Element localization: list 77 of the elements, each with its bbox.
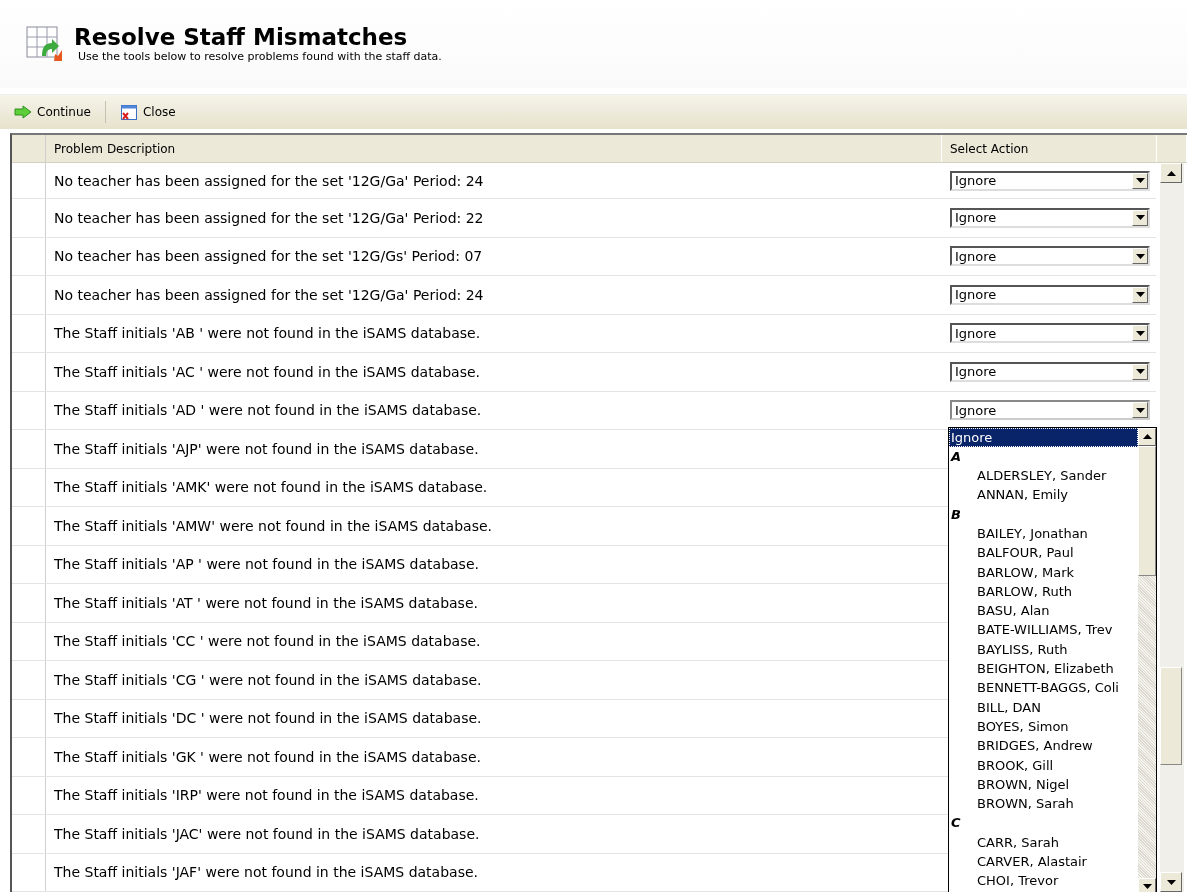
triangle-down-icon xyxy=(1166,879,1176,885)
continue-button[interactable]: Continue xyxy=(10,102,95,122)
problem-description: No teacher has been assigned for the set '12G/Gs' Period: 07 xyxy=(54,248,483,265)
action-dropdown[interactable]: Ignore xyxy=(950,284,1150,305)
triangle-up-icon xyxy=(1166,170,1176,176)
problem-description: No teacher has been assigned for the set '12G/Ga' Period: 24 xyxy=(54,172,484,189)
staff-option[interactable]: BAYLISS, Ruth xyxy=(949,639,1138,660)
problem-description: The Staff initials 'AJP' were not found in the iSAMS database. xyxy=(54,440,479,457)
arrow-right-icon xyxy=(14,105,32,119)
staff-option[interactable]: BROWN, Sarah xyxy=(949,794,1138,814)
dropdown-arrow-icon xyxy=(1135,178,1145,183)
staff-option[interactable]: BROOK, Gill xyxy=(949,755,1138,775)
staff-option[interactable]: BOYES, Simon xyxy=(949,716,1138,737)
close-button[interactable]: Close xyxy=(115,100,180,124)
problem-description: The Staff initials 'AB ' were not found in the iSAMS database. xyxy=(54,325,481,342)
staff-option[interactable]: BROWN, Nigel xyxy=(949,774,1138,795)
window-close-icon xyxy=(119,103,138,121)
column-header[interactable]: Select Action xyxy=(942,135,1157,162)
page-title: Resolve Staff Mismatches xyxy=(74,24,409,50)
action-dropdown[interactable]: Ignore xyxy=(950,207,1150,228)
staff-option[interactable]: BAILEY, Jonathan xyxy=(949,524,1138,544)
scroll-down-button[interactable] xyxy=(1138,877,1156,892)
scroll-up-button[interactable] xyxy=(1138,427,1156,446)
staff-option[interactable]: ANNAN, Emily xyxy=(949,485,1138,505)
problem-description: No teacher has been assigned for the set '12G/Ga' Period: 22 xyxy=(54,209,484,226)
page-subtitle: Use the tools below to resolve problems found with the staff data. xyxy=(77,50,442,64)
dropdown-arrow-icon xyxy=(1135,369,1145,375)
problem-description: The Staff initials 'CC ' were not found in the iSAMS database. xyxy=(54,633,481,650)
staff-option[interactable]: BARLOW, Ruth xyxy=(949,581,1138,602)
vertical-scrollbar[interactable] xyxy=(1160,163,1184,892)
staff-option[interactable]: BILL, DAN xyxy=(949,697,1138,717)
problem-description: The Staff initials 'AP ' were not found in the iSAMS database. xyxy=(54,556,479,573)
dropdown-arrow-icon xyxy=(1135,292,1145,298)
problem-description: No teacher has been assigned for the set '12G/Ga' Period: 24 xyxy=(54,286,484,303)
problem-description: The Staff initials 'IRP' were not found in the iSAMS database. xyxy=(54,787,479,804)
problem-description: The Staff initials 'AMK' were not found in the iSAMS database. xyxy=(54,479,488,496)
scrollbar-thumb[interactable] xyxy=(1138,445,1156,576)
dropdown-arrow-icon xyxy=(1135,253,1145,259)
problem-description: The Staff initials 'AT ' were not found in the iSAMS database. xyxy=(54,594,478,611)
staff-option[interactable]: BRIDGES, Andrew xyxy=(949,736,1138,756)
problem-description: The Staff initials 'JAF' were not found in the iSAMS database. xyxy=(54,864,478,881)
grid-arrow-icon xyxy=(26,26,64,62)
scroll-down-button[interactable] xyxy=(1160,872,1182,892)
dropdown-arrow-icon xyxy=(1135,330,1145,336)
staff-option[interactable]: Ignore xyxy=(949,427,1138,447)
group-heading: A xyxy=(949,447,963,466)
problem-description: The Staff initials 'DC ' were not found in the iSAMS database. xyxy=(54,710,482,727)
dropdown-arrow-icon xyxy=(1135,215,1145,221)
scrollbar-thumb[interactable] xyxy=(1160,667,1182,765)
problem-description: The Staff initials 'GK ' were not found in the iSAMS database. xyxy=(54,748,481,765)
action-dropdown[interactable]: Ignore xyxy=(950,361,1150,382)
staff-option[interactable]: BENNETT-BAGGS, Coli xyxy=(949,678,1138,698)
dropdown-arrow-icon xyxy=(1135,407,1145,413)
staff-option[interactable]: BALFOUR, Paul xyxy=(949,543,1138,563)
scroll-up-button[interactable] xyxy=(1160,163,1182,183)
action-dropdown[interactable]: Ignore xyxy=(950,400,1150,421)
problem-description: The Staff initials 'JAC' were not found in the iSAMS database. xyxy=(54,825,480,842)
problem-description: The Staff initials 'AC ' were not found in the iSAMS database. xyxy=(54,363,481,380)
staff-option[interactable]: CARR, Sarah xyxy=(949,832,1138,853)
problem-description: The Staff initials 'AMW' were not found in the iSAMS database. xyxy=(54,517,492,534)
triangle-down-icon xyxy=(1142,884,1152,889)
staff-option[interactable]: ALDERSLEY, Sander xyxy=(949,466,1138,486)
action-dropdown[interactable]: Ignore xyxy=(950,246,1150,267)
staff-option[interactable]: BATE-WILLIAMS, Trev xyxy=(949,620,1138,640)
staff-option[interactable]: CHOI, Trevor xyxy=(949,871,1138,891)
problem-description: The Staff initials 'AD ' were not found in the iSAMS database. xyxy=(54,402,482,419)
staff-option[interactable]: CARVER, Alastair xyxy=(949,852,1138,872)
group-heading: B xyxy=(950,505,962,524)
group-heading: C xyxy=(950,814,962,833)
staff-option[interactable]: BARLOW, Mark xyxy=(949,562,1138,582)
action-dropdown[interactable]: Ignore xyxy=(950,323,1150,344)
triangle-up-icon xyxy=(1142,434,1152,439)
column-header[interactable]: Problem Description xyxy=(46,135,942,162)
problem-description: The Staff initials 'CG ' were not found in the iSAMS database. xyxy=(54,671,482,688)
staff-option[interactable]: BASU, Alan xyxy=(949,601,1138,621)
action-dropdown[interactable]: Ignore xyxy=(950,170,1150,191)
staff-option[interactable]: BEIGHTON, Elizabeth xyxy=(949,659,1138,679)
